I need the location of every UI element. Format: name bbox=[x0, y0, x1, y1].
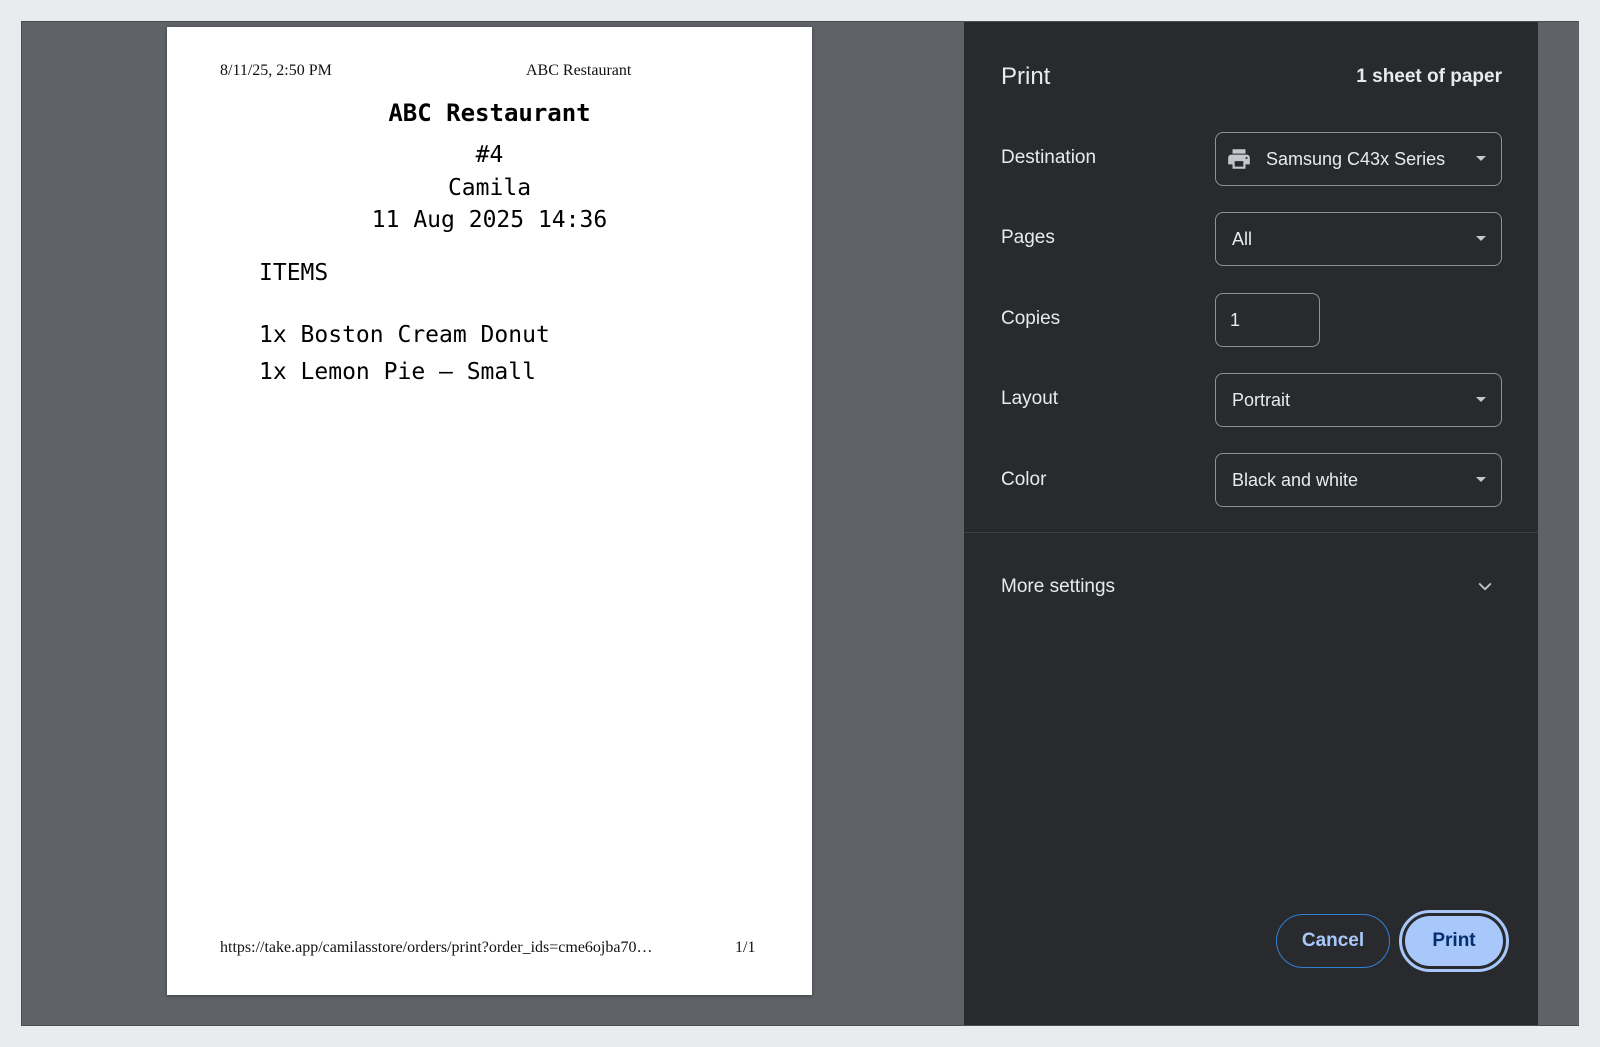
print-dialog: 8/11/25, 2:50 PM ABC Restaurant ABC Rest… bbox=[21, 21, 1579, 1026]
layout-select[interactable]: Portrait bbox=[1215, 373, 1502, 427]
pages-label: Pages bbox=[1001, 227, 1055, 248]
color-select[interactable]: Black and white bbox=[1215, 453, 1502, 507]
list-item: 1x Lemon Pie – Small bbox=[259, 359, 536, 385]
pages-value: All bbox=[1232, 228, 1253, 249]
destination-label: Destination bbox=[1001, 147, 1097, 168]
print-settings-panel: Print 1 sheet of paper Destination Samsu… bbox=[964, 22, 1538, 1025]
copies-label: Copies bbox=[1001, 308, 1061, 329]
divider bbox=[964, 532, 1538, 533]
page-footer-page-number: 1/1 bbox=[735, 939, 756, 956]
receipt-items-list: 1x Boston Cream Donut 1x Lemon Pie – Sma… bbox=[259, 320, 550, 394]
color-value: Black and white bbox=[1232, 469, 1359, 490]
page-footer-url: https://take.app/camilasstore/orders/pri… bbox=[220, 939, 653, 956]
printer-icon bbox=[1228, 149, 1250, 169]
panel-title: Print bbox=[1001, 63, 1051, 90]
destination-value: Samsung C43x Series bbox=[1266, 148, 1446, 169]
layout-label: Layout bbox=[1001, 388, 1059, 409]
print-preview-area: 8/11/25, 2:50 PM ABC Restaurant ABC Rest… bbox=[22, 22, 964, 1025]
layout-value: Portrait bbox=[1232, 389, 1291, 410]
receipt-restaurant-name: ABC Restaurant bbox=[388, 99, 591, 127]
pages-select[interactable]: All bbox=[1215, 212, 1502, 266]
copies-input[interactable]: 1 bbox=[1215, 293, 1320, 347]
more-settings-label: More settings bbox=[1001, 576, 1116, 597]
page-header-date: 8/11/25, 2:50 PM bbox=[220, 62, 332, 79]
receipt-order-number: #4 bbox=[475, 142, 504, 168]
copies-value: 1 bbox=[1230, 309, 1241, 330]
receipt-customer: Camila bbox=[447, 175, 532, 201]
cancel-button[interactable]: Cancel bbox=[1276, 914, 1390, 968]
list-item: 1x Boston Cream Donut bbox=[259, 322, 550, 348]
sheet-count: 1 sheet of paper bbox=[1356, 66, 1502, 87]
dropdown-caret-icon bbox=[1476, 397, 1486, 402]
color-label: Color bbox=[1001, 469, 1047, 490]
scrollbar[interactable] bbox=[1538, 22, 1579, 1025]
page-header-title: ABC Restaurant bbox=[526, 62, 632, 79]
preview-page: 8/11/25, 2:50 PM ABC Restaurant ABC Rest… bbox=[167, 27, 812, 995]
receipt-datetime: 11 Aug 2025 14:36 bbox=[371, 207, 608, 233]
more-settings-toggle[interactable]: More settings bbox=[964, 562, 1538, 614]
chevron-down-icon bbox=[1478, 583, 1492, 591]
receipt-items-heading: ITEMS bbox=[259, 260, 329, 286]
destination-select[interactable]: Samsung C43x Series bbox=[1215, 132, 1502, 186]
print-button[interactable]: Print bbox=[1399, 910, 1509, 972]
dropdown-caret-icon bbox=[1476, 156, 1486, 161]
dropdown-caret-icon bbox=[1476, 477, 1486, 482]
dropdown-caret-icon bbox=[1476, 236, 1486, 241]
print-button-label: Print bbox=[1405, 916, 1503, 966]
